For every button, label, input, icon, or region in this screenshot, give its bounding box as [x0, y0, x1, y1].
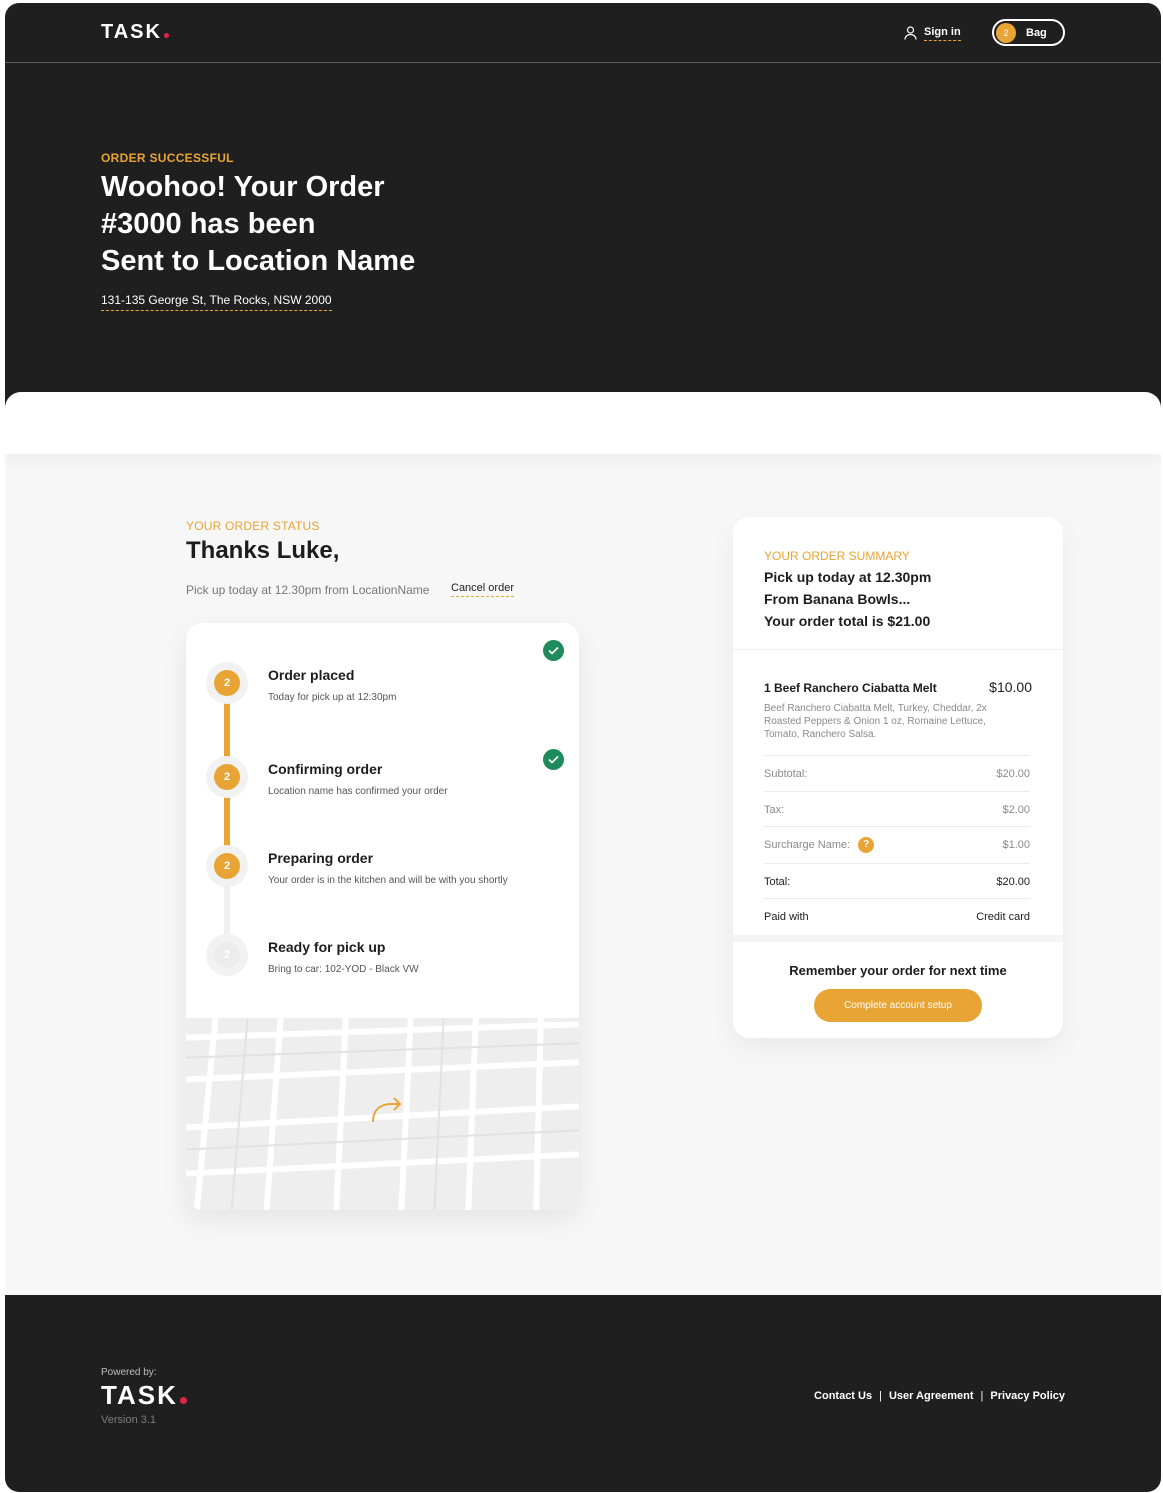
step-order-placed: 2 Order placed Today for pick up at 12:3…	[186, 662, 579, 742]
row-value: $20.00	[996, 875, 1030, 888]
bag-button[interactable]: 2 Bag	[992, 19, 1065, 46]
order-summary-card: YOUR ORDER SUMMARY Pick up today at 12.3…	[733, 517, 1063, 1038]
separator: |	[980, 1390, 984, 1402]
complete-account-setup-button[interactable]: Complete account setup	[814, 989, 982, 1022]
step-title: Order placed	[268, 667, 355, 683]
row-value: $1.00	[1002, 838, 1030, 851]
step-title: Ready for pick up	[268, 939, 386, 955]
sign-in-link[interactable]: Sign in	[904, 23, 961, 43]
step-title: Preparing order	[268, 850, 374, 866]
hero-section: TASK Sign in 2 Bag ORDER SUCCESSFUL Wooh…	[5, 3, 1161, 423]
user-icon	[904, 26, 917, 40]
pickup-info: Pick up today at 12.30pm from LocationNa…	[186, 583, 430, 597]
summary-total-line: Your order total is $21.00	[764, 613, 931, 629]
contact-us-link[interactable]: Contact Us	[814, 1390, 872, 1402]
logo-dot	[163, 33, 169, 38]
step-marker: 2	[206, 756, 248, 798]
title-line: Sent to Location Name	[101, 245, 416, 277]
separator: |	[879, 1390, 882, 1402]
step-description: Location name has confirmed your order	[268, 786, 448, 797]
order-confirmation-title: Woohoo! Your Order #3000 has been Sent t…	[101, 169, 501, 280]
step-marker: 2	[206, 845, 248, 887]
divider	[733, 649, 1063, 650]
row-value: $20.00	[996, 767, 1030, 780]
subtotal-row: Subtotal: $20.00	[764, 755, 1030, 791]
step-description: Your order is in the kitchen and will be…	[268, 875, 508, 886]
footer-logo[interactable]: TASK	[101, 1380, 187, 1411]
row-value: $2.00	[1002, 803, 1030, 816]
step-title: Confirming order	[268, 761, 383, 777]
row-label: Tax:	[764, 803, 785, 816]
map-streets	[186, 1012, 579, 1210]
privacy-policy-link[interactable]: Privacy Policy	[990, 1390, 1065, 1402]
row-label: Subtotal:	[764, 767, 808, 780]
location-address-link[interactable]: 131-135 George St, The Rocks, NSW 2000	[101, 293, 332, 311]
content-sheet-top	[5, 392, 1161, 454]
title-line: #3000 has been	[101, 208, 316, 240]
total-row: Total: $20.00	[764, 863, 1030, 899]
title-line: Woohoo! Your Order	[101, 171, 385, 203]
surcharge-row: Surcharge Name: ? $1.00	[764, 826, 1030, 862]
cancel-order-link[interactable]: Cancel order	[451, 582, 514, 597]
page-frame: TASK Sign in 2 Bag ORDER SUCCESSFUL Wooh…	[5, 3, 1161, 1492]
row-label: Paid with	[764, 910, 809, 923]
status-eyebrow: YOUR ORDER STATUS	[186, 519, 320, 533]
summary-pickup-time: Pick up today at 12.30pm	[764, 569, 932, 585]
divider-band	[733, 935, 1063, 942]
row-label-group: Surcharge Name: ?	[764, 836, 875, 853]
order-success-eyebrow: ORDER SUCCESSFUL	[101, 151, 234, 165]
item-name: 1 Beef Ranchero Ciabatta Melt	[764, 681, 937, 695]
logo-dot	[179, 1397, 187, 1404]
step-preparing-order: 2 Preparing order Your order is in the k…	[186, 845, 579, 925]
step-ready-for-pickup: 2 Ready for pick up Bring to car: 102-YO…	[186, 934, 579, 1014]
powered-by-label: Powered by:	[101, 1367, 157, 1378]
info-icon[interactable]: ?	[858, 836, 875, 853]
item-price: $10.00	[989, 679, 1032, 695]
status-title: Thanks Luke,	[186, 537, 340, 564]
user-agreement-link[interactable]: User Agreement	[889, 1390, 974, 1402]
version-label: Version 3.1	[101, 1414, 157, 1426]
summary-location: From Banana Bowls...	[764, 591, 911, 607]
bag-label: Bag	[1026, 26, 1047, 39]
row-label: Total:	[764, 875, 791, 888]
check-icon	[543, 640, 564, 661]
step-marker: 2	[206, 662, 248, 704]
sign-in-label: Sign in	[924, 26, 961, 41]
step-marker: 2	[206, 934, 248, 976]
brand-logo[interactable]: TASK	[101, 21, 169, 44]
bag-count-badge: 2	[996, 22, 1016, 43]
footer-links: Contact Us | User Agreement | Privacy Po…	[814, 1390, 1065, 1402]
remember-order-heading: Remember your order for next time	[789, 963, 1007, 978]
row-value: Credit card	[976, 910, 1030, 923]
step-description: Bring to car: 102-YOD - Black VW	[268, 964, 419, 975]
summary-eyebrow: YOUR ORDER SUMMARY	[764, 549, 910, 563]
step-confirming-order: 2 Confirming order Location name has con…	[186, 756, 579, 836]
check-icon	[543, 749, 564, 770]
tax-row: Tax: $2.00	[764, 791, 1030, 827]
pickup-map[interactable]	[186, 1012, 579, 1210]
row-label: Surcharge Name:	[764, 838, 851, 851]
top-nav: TASK Sign in 2 Bag	[5, 3, 1161, 63]
item-description: Beef Ranchero Ciabatta Melt, Turkey, Che…	[764, 703, 987, 740]
order-tracker-card: 2 Order placed Today for pick up at 12:3…	[186, 623, 579, 1210]
step-description: Today for pick up at 12:30pm	[268, 692, 397, 703]
footer: Powered by: TASK Version 3.1 Contact Us …	[5, 1295, 1161, 1492]
paid-with-row: Paid with Credit card	[764, 898, 1030, 934]
